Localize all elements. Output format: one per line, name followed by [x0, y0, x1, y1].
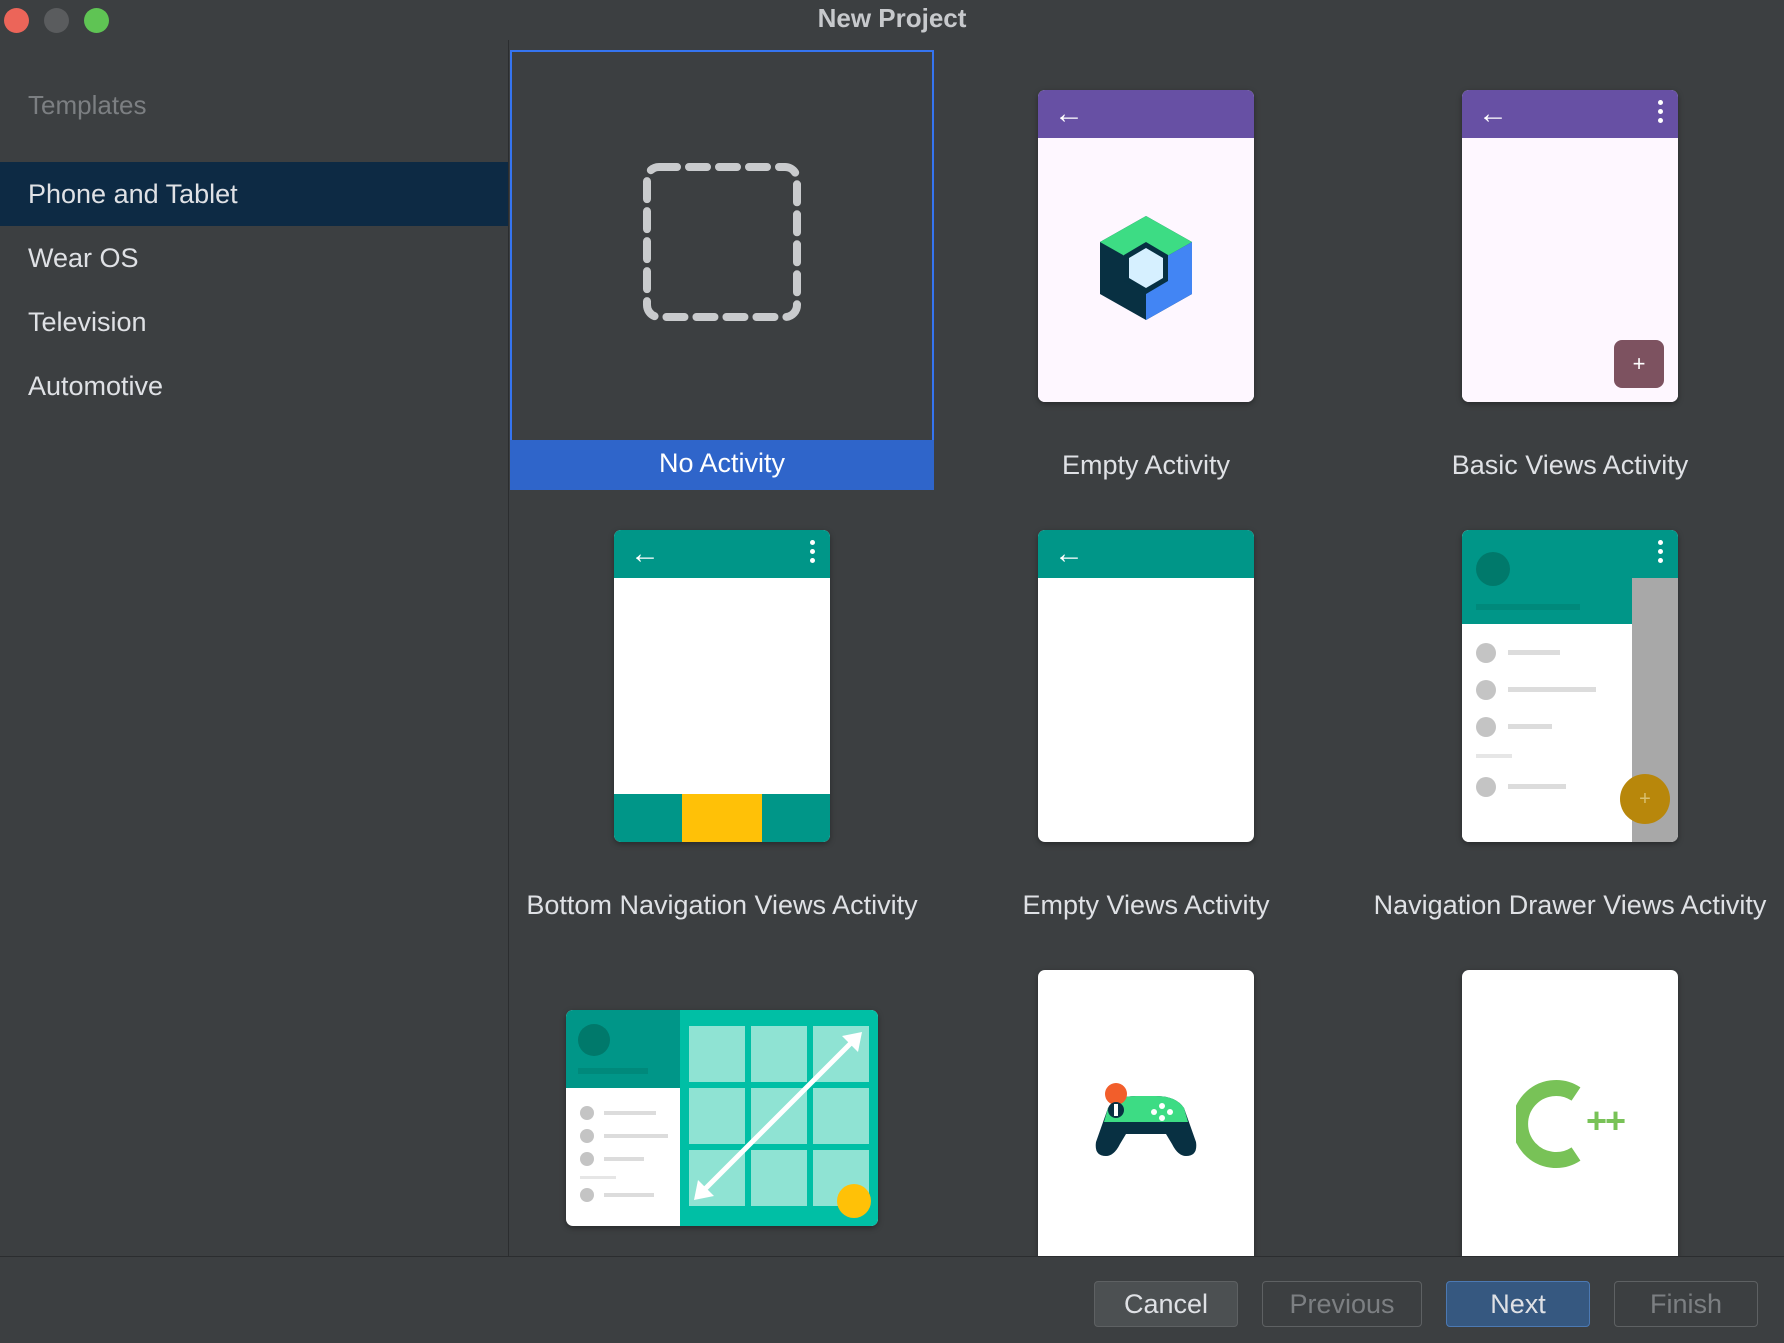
bottom-navigation-bar [614, 794, 830, 842]
template-label: Empty Activity [1061, 450, 1231, 480]
template-no-activity[interactable]: No Activity [510, 50, 934, 490]
phone-preview: ← [1038, 90, 1254, 402]
template-game-activity[interactable] [934, 930, 1358, 1256]
sidebar-item-television[interactable]: Television [0, 290, 508, 354]
template-label: Basic Views Activity [1451, 450, 1689, 480]
phone-preview: ← [1038, 530, 1254, 842]
sidebar-item-wear-os[interactable]: Wear OS [0, 226, 508, 290]
next-button[interactable]: Next [1446, 1281, 1590, 1327]
app-bar: ← [1038, 90, 1254, 138]
content-grid [680, 1010, 878, 1226]
resize-arrow-icon [689, 1026, 871, 1218]
drawer-header [1462, 530, 1632, 624]
phone-preview: ← [614, 530, 830, 842]
navigation-drawer [1462, 530, 1632, 842]
template-label: Navigation Drawer Views Activity [1373, 890, 1767, 920]
back-arrow-icon: ← [1478, 97, 1508, 130]
phone-preview: ← + [1462, 90, 1678, 402]
avatar [578, 1024, 610, 1056]
sidebar-item-automotive[interactable]: Automotive [0, 354, 508, 418]
phone-preview: ++ [1462, 970, 1678, 1256]
more-vert-icon [1658, 540, 1664, 567]
title-bar: New Project [0, 0, 1784, 40]
more-vert-icon [1658, 100, 1664, 127]
template-label: Empty Views Activity [1022, 890, 1270, 920]
templates-sidebar: Templates Phone and Tablet Wear OS Telev… [0, 40, 508, 1256]
app-bar: ← [614, 530, 830, 578]
phone-preview: + [1462, 530, 1678, 842]
back-arrow-icon: ← [1054, 537, 1084, 570]
phone-preview [1038, 970, 1254, 1256]
app-bar: ← [1038, 530, 1254, 578]
drawer-header [566, 1010, 680, 1088]
template-empty-views-activity[interactable]: ← Empty Views Activity [934, 490, 1358, 930]
sidebar-header: Templates [28, 90, 147, 120]
template-basic-views-activity[interactable]: ← + Basic Views Activity [1358, 50, 1782, 490]
bottom-nav-selected-item [682, 794, 762, 842]
template-label: Bottom Navigation Views Activity [526, 890, 918, 920]
window-title: New Project [817, 3, 967, 33]
finish-button[interactable]: Finish [1614, 1281, 1758, 1327]
template-empty-activity[interactable]: ← Empty Activity [934, 50, 1358, 490]
back-arrow-icon: ← [1054, 97, 1084, 130]
back-arrow-icon: ← [630, 537, 660, 570]
more-vert-icon [810, 540, 816, 567]
jetpack-compose-icon [1100, 216, 1192, 320]
tablet-preview [566, 1010, 878, 1226]
game-controller-icon [1095, 1083, 1197, 1156]
template-responsive-views-activity[interactable] [510, 930, 934, 1256]
template-label: No Activity [658, 448, 786, 478]
sidebar-item-phone-and-tablet[interactable]: Phone and Tablet [0, 162, 508, 226]
empty-dashed-square-icon [643, 163, 801, 321]
cancel-button[interactable]: Cancel [1094, 1281, 1238, 1327]
app-bar: ← [1462, 90, 1678, 138]
template-grid: No Activity ← Empty Activity ← + Basic V… [509, 40, 1784, 1256]
template-bottom-navigation-views-activity[interactable]: ← Bottom Navigation Views Activity [510, 490, 934, 930]
template-navigation-drawer-views-activity[interactable]: + Navigation Drawer Views Activity [1358, 490, 1782, 930]
cpp-plus-text: ++ [1586, 1100, 1626, 1141]
template-native-cpp[interactable]: ++ [1358, 930, 1782, 1256]
previous-button[interactable]: Previous [1262, 1281, 1422, 1327]
fab-plus-icon: + [1614, 340, 1664, 388]
fab-plus-icon: + [1620, 774, 1670, 824]
avatar [1476, 552, 1510, 586]
dialog-footer: Cancel Previous Next Finish [0, 1256, 1784, 1343]
